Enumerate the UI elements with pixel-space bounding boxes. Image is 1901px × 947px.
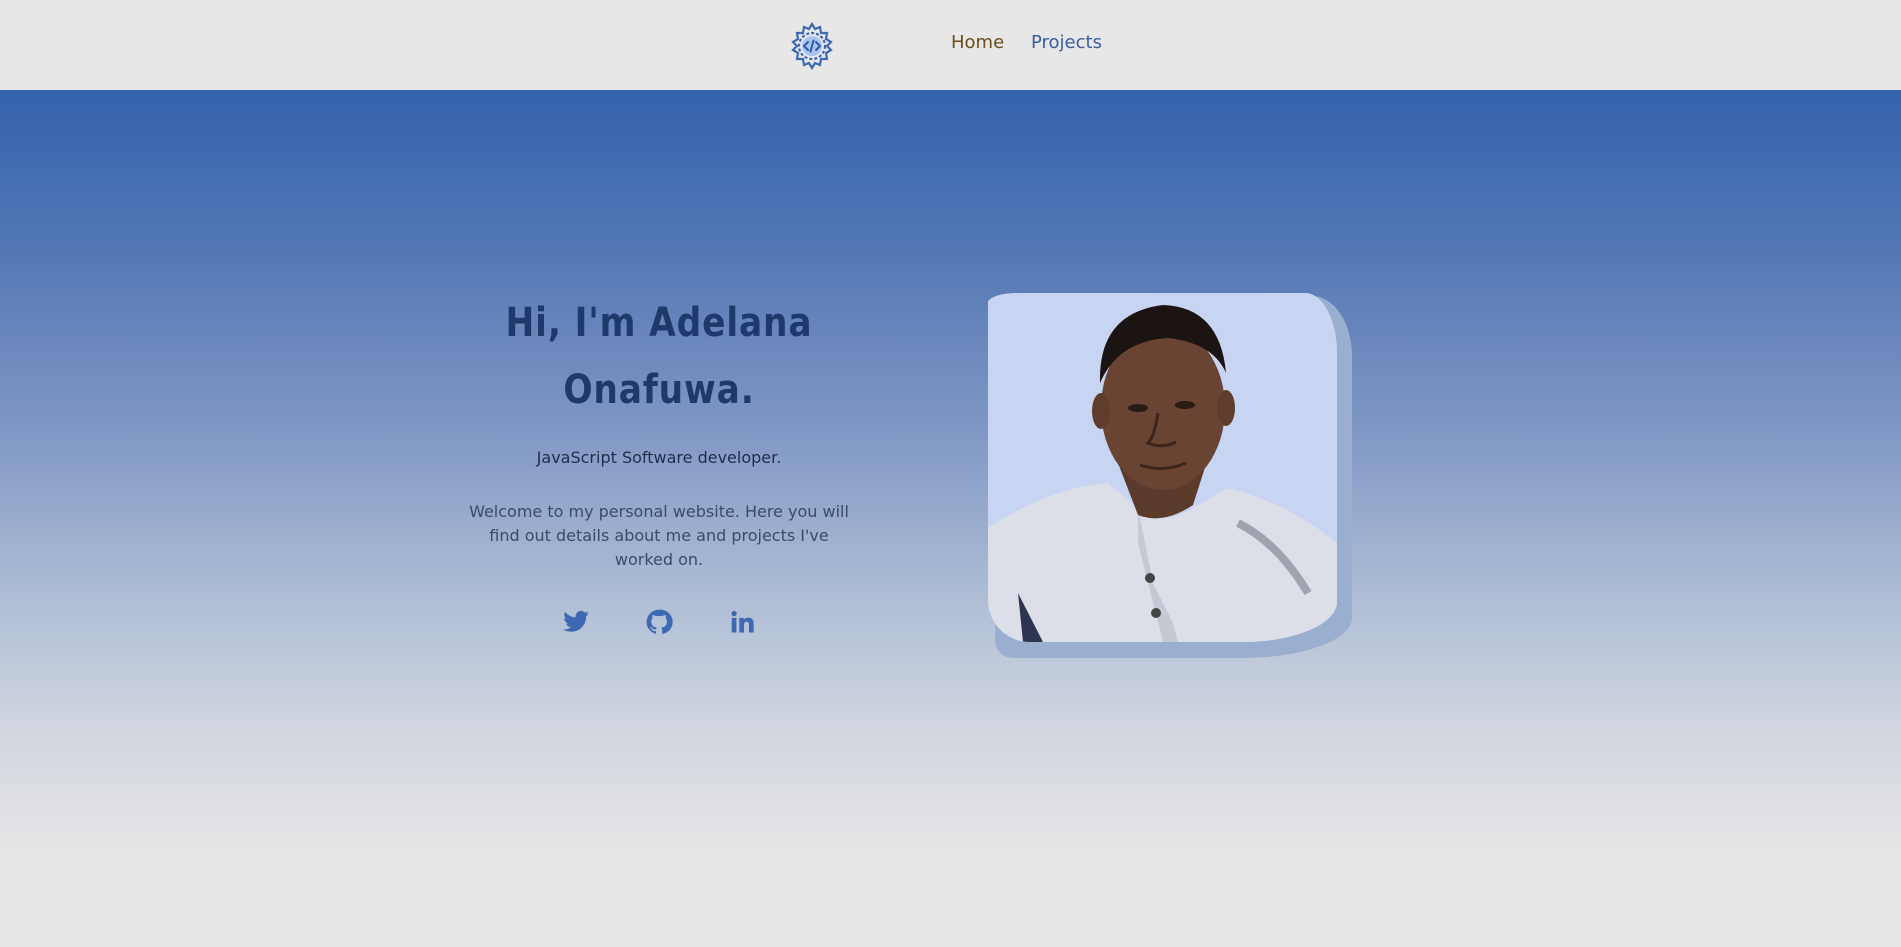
twitter-icon[interactable] <box>562 608 590 636</box>
nav-link-home[interactable]: Home <box>951 32 1004 53</box>
linkedin-icon[interactable] <box>728 608 756 636</box>
code-gear-icon[interactable] <box>787 21 837 71</box>
hero-subtitle: JavaScript Software developer. <box>536 448 782 467</box>
hero-description: Welcome to my personal website. Here you… <box>469 502 849 569</box>
profile-photo <box>988 293 1337 642</box>
github-icon[interactable] <box>645 608 673 636</box>
hero-section <box>0 90 1901 947</box>
navbar: Home Projects <box>0 0 1901 90</box>
nav-link-projects[interactable]: Projects <box>1031 32 1102 53</box>
hero-title: Hi, I'm Adelana Onafuwa. <box>505 300 813 413</box>
